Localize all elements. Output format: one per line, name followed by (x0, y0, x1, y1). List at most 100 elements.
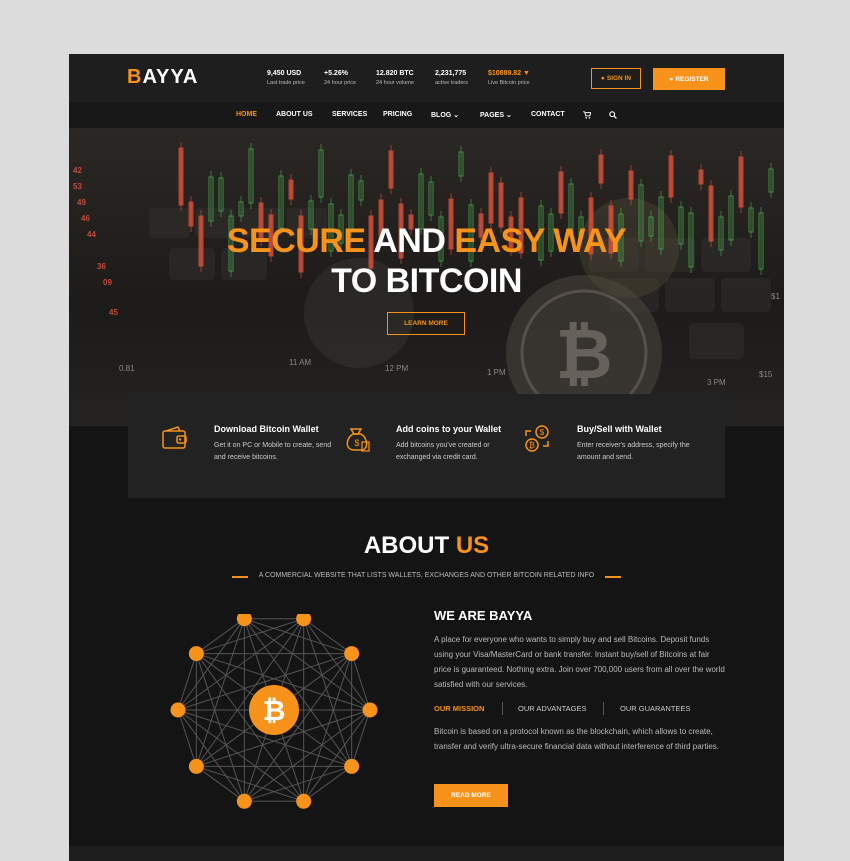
sign-in-label: SIGN IN (606, 75, 632, 82)
logo-text: AYYA (142, 66, 199, 88)
ticker-value: 49 (77, 198, 86, 207)
network-node (236, 793, 252, 809)
network-link (303, 766, 352, 802)
register-button[interactable]: ● REGISTER (653, 68, 725, 90)
hero-section: ₿ 42 53 49 46 44 36 09 45 0.81 11 AM 12 … (69, 128, 784, 426)
mission-paragraph: Bitcoin is based on a protocol known as … (434, 727, 720, 751)
stat-value: 2,231,775 (435, 70, 467, 77)
network-link (303, 618, 352, 654)
stat-label: Last trade price (267, 80, 305, 86)
tab-our-guarantees[interactable]: OUR GUARANTEES (620, 704, 690, 713)
nav-services[interactable]: SERVICES (332, 111, 367, 118)
stat-value: +5.26% (324, 70, 348, 77)
stat-live-price: $10889.82 ▼ Live Bitcoin price (488, 70, 530, 86)
about-title-word-accent: US (455, 532, 490, 559)
network-node (344, 646, 360, 662)
network-node (344, 758, 360, 774)
time-label: 11 AM (289, 358, 312, 367)
search-icon[interactable] (609, 111, 617, 121)
network-link (196, 766, 245, 802)
network-link (303, 618, 353, 767)
network-node (362, 702, 378, 718)
learn-more-button[interactable]: LEARN MORE (387, 312, 465, 335)
network-node (170, 702, 186, 718)
read-more-button[interactable]: READ MORE (434, 784, 508, 807)
feature-desc: Get it on PC or Mobile to create, send a… (214, 442, 332, 461)
stat-24h-price: +5.26% 24 hour price (324, 70, 356, 86)
hero-word-easy-way: EASY WAY (454, 222, 627, 260)
about-subtitle: A COMMERCIAL WEBSITE THAT LISTS WALLETS,… (258, 572, 595, 579)
nav-home[interactable]: HOME (236, 111, 257, 118)
bitcoin-symbol: ₿ (263, 695, 286, 726)
chevron-down-icon: ⌄ (453, 112, 460, 119)
network-link (196, 765, 304, 802)
feature-title: Buy/Sell with Wallet (577, 424, 662, 434)
stat-label: 24 hour price (324, 80, 357, 86)
feature-download-wallet: Download Bitcoin Wallet Get it on PC or … (214, 424, 334, 464)
hero-title-line1: SECURE AND EASY WAY (69, 222, 784, 261)
network-link (177, 709, 197, 767)
about-title: ABOUT US (69, 532, 784, 560)
network-node (236, 614, 252, 627)
network-link (244, 618, 352, 655)
stat-label: 24 hour volume (376, 80, 414, 86)
hero-word-and: AND (373, 222, 446, 260)
hero-title-line2: TO BITCOIN (331, 262, 522, 300)
cart-icon[interactable] (583, 111, 592, 121)
nav-pages[interactable]: PAGES ⌄ (480, 111, 512, 119)
main-nav: HOME ABOUT US SERVICES PRICING BLOG ⌄ PA… (69, 102, 784, 128)
top-bar: BAYYA 9,450 USD Last trade price +5.26% … (69, 54, 784, 102)
stat-label: Live Bitcoin price (488, 80, 530, 86)
user-plus-icon: ● (669, 75, 674, 83)
about-heading: WE ARE BAYYA (434, 608, 533, 623)
tab-our-mission[interactable]: OUR MISSION (434, 704, 484, 713)
network-link (196, 618, 245, 654)
exchange-icon: $ ₿ (525, 425, 549, 452)
stat-label: active traders (435, 80, 469, 86)
tab-divider (502, 702, 503, 715)
nav-contact[interactable]: CONTACT (531, 111, 565, 118)
next-section-edge (69, 846, 784, 861)
nav-pages-label: PAGES (480, 112, 504, 119)
feature-desc: Add bitcoins you've created or exchanged… (396, 442, 490, 461)
svg-text:$: $ (540, 428, 545, 437)
about-title-word: ABOUT (363, 532, 450, 559)
stat-value: 12.820 BTC (376, 70, 414, 77)
stat-24h-volume: 12.820 BTC 24 hour volume (376, 70, 414, 86)
feature-desc: Enter receiver's address, specify the am… (577, 442, 690, 461)
feature-title: Add coins to your Wallet (396, 424, 502, 434)
network-link (303, 653, 353, 802)
stat-value: 9,450 USD (267, 70, 302, 77)
register-label: REGISTER (675, 75, 709, 83)
network-link (351, 709, 371, 767)
stat-last-trade: 9,450 USD Last trade price (267, 70, 305, 86)
logo-bitcoin-mark: B (127, 66, 143, 88)
nav-blog[interactable]: BLOG ⌄ (431, 111, 459, 119)
ticker-value: 53 (73, 182, 82, 191)
nav-about[interactable]: ABOUT US (276, 111, 313, 118)
hero-word-secure: SECURE (226, 222, 366, 260)
subtitle-divider-right (605, 576, 621, 578)
stat-value: $10889.82 ▼ (488, 70, 530, 77)
sign-in-button[interactable]: ● SIGN IN (591, 68, 641, 89)
money-bag-icon: $ (346, 428, 370, 452)
about-paragraph: A place for everyone who wants to simply… (434, 635, 725, 689)
nav-blog-label: BLOG (431, 112, 452, 119)
network-node (188, 758, 204, 774)
user-icon: ● (600, 75, 605, 82)
ticker-value: 42 (73, 166, 82, 175)
features-panel: Download Bitcoin Wallet Get it on PC or … (128, 394, 725, 498)
logo[interactable]: BAYYA (127, 66, 198, 89)
feature-title: Download Bitcoin Wallet (214, 424, 319, 434)
ticker-value: 0.81 (119, 364, 135, 373)
tab-our-advantages[interactable]: OUR ADVANTAGES (518, 704, 587, 713)
feature-buy-sell: Buy/Sell with Wallet Enter receiver's ad… (577, 424, 702, 464)
network-node (296, 793, 312, 809)
network-link (177, 653, 197, 711)
nav-pricing[interactable]: PRICING (383, 111, 412, 118)
svg-text:₿: ₿ (529, 441, 535, 450)
time-label: 12 PM (385, 364, 409, 373)
network-link (177, 709, 245, 802)
network-link (195, 653, 245, 802)
chevron-down-icon: ⌄ (505, 112, 512, 119)
